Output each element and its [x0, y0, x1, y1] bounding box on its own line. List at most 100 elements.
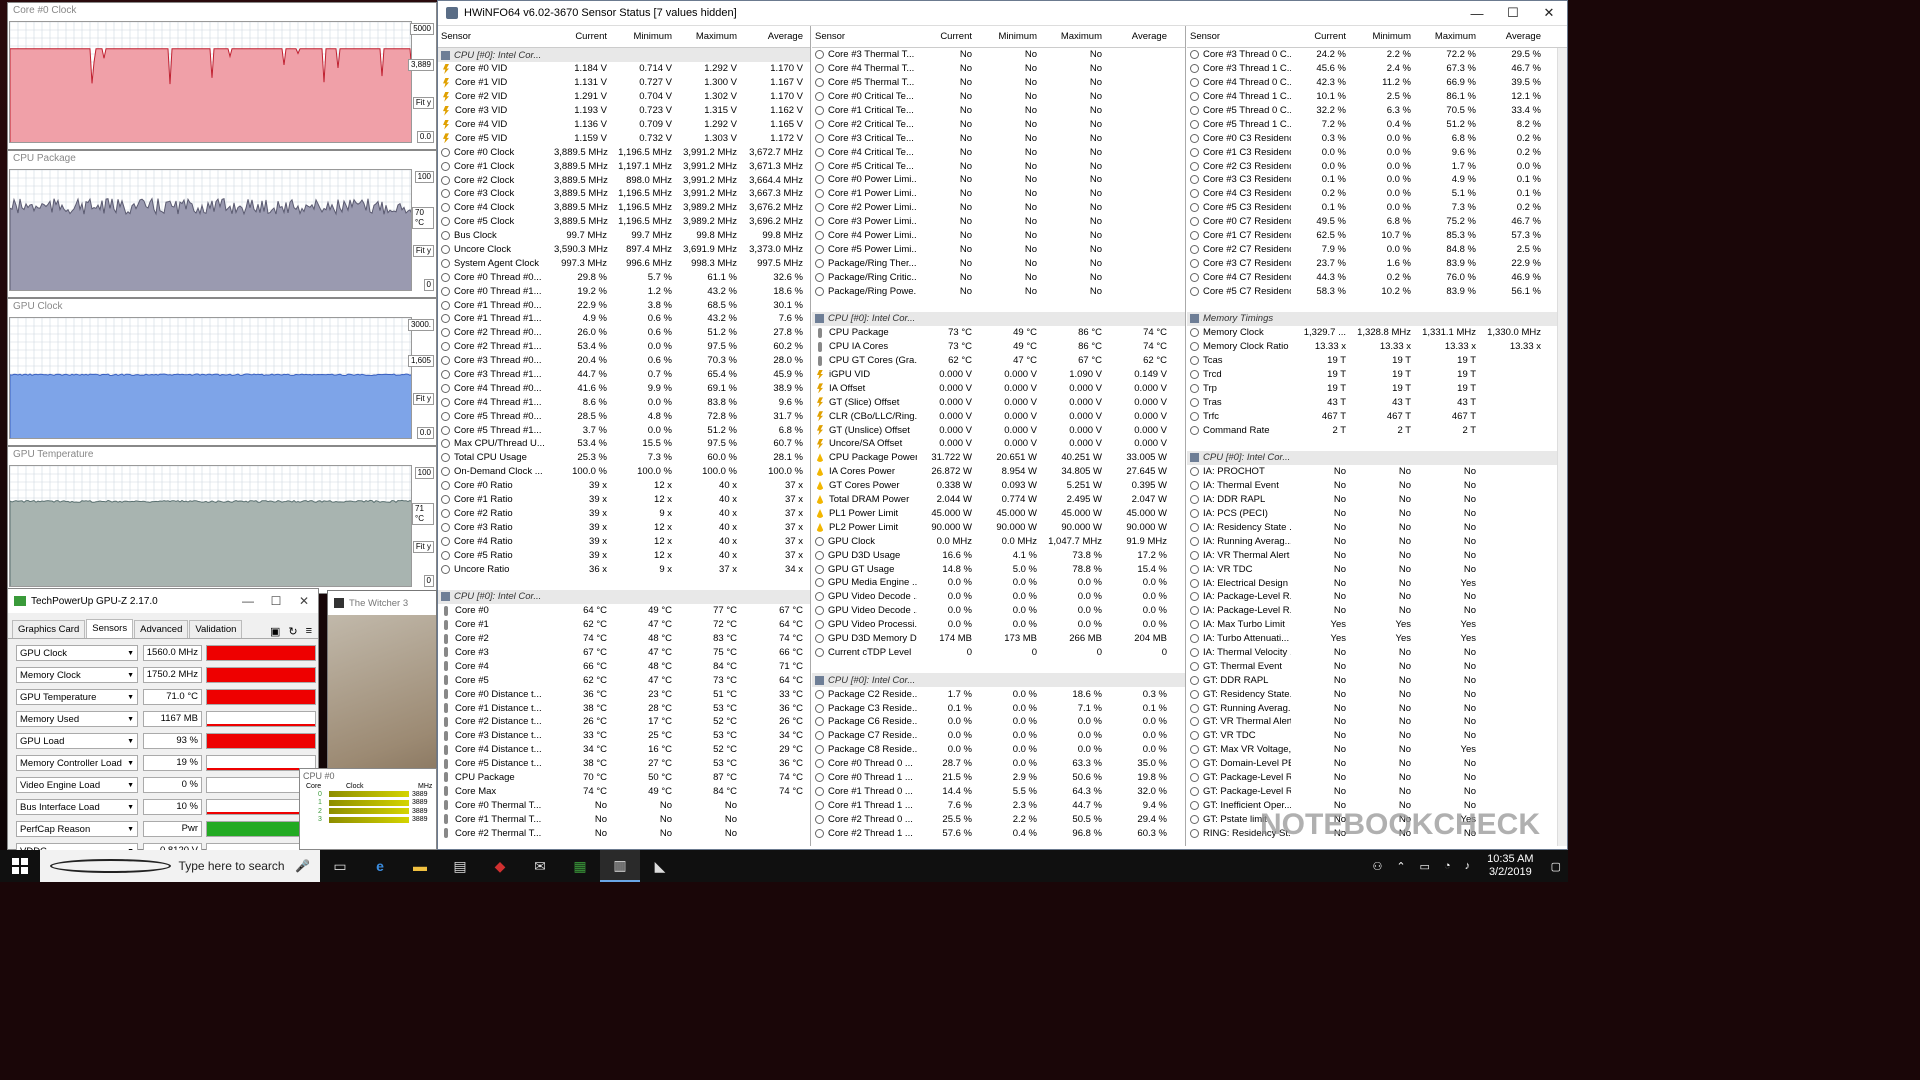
volume-icon[interactable]: ♪: [1465, 860, 1471, 872]
minimize-button[interactable]: —: [1459, 6, 1495, 21]
task-view-icon[interactable]: ▭: [320, 850, 360, 882]
header-minimum[interactable]: Minimum: [610, 31, 675, 42]
sensor-row[interactable]: Core #0 Power Limi... No No No: [812, 173, 1185, 187]
sensor-row[interactable]: Core #0 Thread 0 ... 28.7 % 0.0 % 63.3 % 35.…: [812, 757, 1185, 771]
sensor-group-header[interactable]: Memory Timings: [1187, 311, 1567, 326]
sensor-row[interactable]: Core #2 Thermal T... No No No: [438, 826, 810, 840]
sensor-row[interactable]: Uncore Clock 3,590.3 MHz 897.4 MHz 3,691.9 …: [438, 243, 810, 257]
mail-icon[interactable]: ✉: [520, 850, 560, 882]
header-current[interactable]: Current: [917, 31, 975, 42]
sensor-row[interactable]: Core #2 Thread 1 ... 57.6 % 0.4 % 96.8 % 60.…: [812, 826, 1185, 840]
scrollbar[interactable]: [1557, 48, 1567, 846]
sensor-row[interactable]: GT: Residency State... No No No: [1187, 687, 1567, 701]
header-current[interactable]: Current: [554, 31, 610, 42]
sensor-row[interactable]: Core #0 Critical Te... No No No: [812, 90, 1185, 104]
gpuz-sensor-dropdown[interactable]: PerfCap Reason ▼: [16, 821, 138, 837]
sensor-row[interactable]: GT (Slice) Offset 0.000 V 0.000 V 0.000 V 0.…: [812, 395, 1185, 409]
header-minimum[interactable]: Minimum: [1349, 31, 1414, 42]
tab-sensors[interactable]: Sensors: [86, 619, 134, 638]
sensor-row[interactable]: GT: Thermal Event No No No: [1187, 659, 1567, 673]
clock[interactable]: 10:35 AM 3/2/2019: [1487, 853, 1533, 879]
sensor-row[interactable]: Core #0 C3 Residency 0.3 % 0.0 % 6.8 % 0.2 %: [1187, 131, 1567, 145]
sensor-row[interactable]: Core #4 Thread #1... 8.6 % 0.0 % 83.8 % 9.6 …: [438, 395, 810, 409]
sensor-row[interactable]: Core #5 Thread #0... 28.5 % 4.8 % 72.8 % 31.…: [438, 409, 810, 423]
sensor-row[interactable]: IA: Package-Level R... No No No: [1187, 590, 1567, 604]
sensor-row[interactable]: Core #0 64 °C 49 °C 77 °C 67 °C: [438, 604, 810, 618]
sensor-group-header[interactable]: CPU [#0]: Intel Cor...: [1187, 450, 1567, 465]
sensor-row[interactable]: IA: VR Thermal Alert No No No: [1187, 548, 1567, 562]
sensor-row[interactable]: Core #5 C7 Residency 58.3 % 10.2 % 83.9 % 56…: [1187, 284, 1567, 298]
sensor-row[interactable]: CPU Package 70 °C 50 °C 87 °C 74 °C: [438, 771, 810, 785]
close-button[interactable]: ✕: [1531, 5, 1567, 21]
sensor-row[interactable]: GPU D3D Memory D... 174 MB 173 MB 266 MB 204…: [812, 632, 1185, 646]
sensor-row[interactable]: IA: Turbo Attenuati... Yes Yes Yes: [1187, 632, 1567, 646]
sensor-row[interactable]: GT: Running Averag... No No No: [1187, 701, 1567, 715]
sensor-row[interactable]: Core #0 VID 1.184 V 0.714 V 1.292 V 1.170 V: [438, 62, 810, 76]
sensor-row[interactable]: Core #4 C7 Residency 44.3 % 0.2 % 76.0 % 46.…: [1187, 270, 1567, 284]
notifications-icon[interactable]: ▢: [1551, 860, 1561, 873]
sensor-row[interactable]: GT: Domain-Level PB... No No No: [1187, 757, 1567, 771]
sensor-row[interactable]: Core #4 66 °C 48 °C 84 °C 71 °C: [438, 659, 810, 673]
power-icon[interactable]: ▭: [1420, 860, 1430, 873]
sensor-row[interactable]: Core #3 Thread 1 C... 45.6 % 2.4 % 67.3 % 46…: [1187, 62, 1567, 76]
sensor-row[interactable]: CPU Package Power 31.722 W 20.651 W 40.251 …: [812, 451, 1185, 465]
sensor-row[interactable]: Core #2 Distance t... 26 °C 17 °C 52 °C 26 °…: [438, 715, 810, 729]
tab-advanced[interactable]: Advanced: [134, 620, 189, 638]
sensor-row[interactable]: Core #4 Ratio 39 x 12 x 40 x 37 x: [438, 534, 810, 548]
graph-panel[interactable]: GPU Temperature 100 71 °C Fit y 0: [7, 446, 437, 594]
sensor-row[interactable]: Package C7 Reside... 0.0 % 0.0 % 0.0 % 0.0 %: [812, 729, 1185, 743]
sensor-row[interactable]: Core #5 Ratio 39 x 12 x 40 x 37 x: [438, 548, 810, 562]
sensor-row[interactable]: Core #0 C7 Residency 49.5 % 6.8 % 75.2 % 46.…: [1187, 215, 1567, 229]
gpuz-sensor-dropdown[interactable]: GPU Clock ▼: [16, 645, 138, 661]
sensor-row[interactable]: Core #3 67 °C 47 °C 75 °C 66 °C: [438, 646, 810, 660]
sensor-row[interactable]: Core #4 Power Limi... No No No: [812, 229, 1185, 243]
header-average[interactable]: Average: [1479, 31, 1544, 42]
tab-validation[interactable]: Validation: [189, 620, 243, 638]
gpuz-sensor-dropdown[interactable]: Memory Controller Load ▼: [16, 755, 138, 771]
sensor-row[interactable]: Core #1 Thread #1... 4.9 % 0.6 % 43.2 % 7.6 …: [438, 312, 810, 326]
sensor-row[interactable]: Core #4 Distance t... 34 °C 16 °C 52 °C 29 °…: [438, 743, 810, 757]
sensor-row[interactable]: Core #1 Power Limi... No No No: [812, 187, 1185, 201]
people-icon[interactable]: ⚇: [1372, 860, 1382, 873]
sensor-row[interactable]: Total DRAM Power 2.044 W 0.774 W 2.495 W 2.0…: [812, 493, 1185, 507]
sensor-row[interactable]: On-Demand Clock ... 100.0 % 100.0 % 100.0 %…: [438, 465, 810, 479]
sensor-row[interactable]: Package/Ring Critic... No No No: [812, 270, 1185, 284]
microphone-icon[interactable]: 🎤: [295, 859, 310, 873]
fit-y-button[interactable]: Fit y: [412, 245, 434, 257]
sensor-row[interactable]: Trp 19 T 19 T 19 T: [1187, 381, 1567, 395]
sensor-row[interactable]: Core #0 Thermal T... No No No: [438, 798, 810, 812]
sensor-row[interactable]: IA: Package-Level R... No No No: [1187, 604, 1567, 618]
sensor-row[interactable]: CPU Package 73 °C 49 °C 86 °C 74 °C: [812, 326, 1185, 340]
sensor-row[interactable]: Core #3 Distance t... 33 °C 25 °C 53 °C 34 °…: [438, 729, 810, 743]
gpuz-taskbar-icon[interactable]: ▦: [560, 850, 600, 882]
sensor-row[interactable]: Core #5 62 °C 47 °C 73 °C 64 °C: [438, 673, 810, 687]
sensor-row[interactable]: IA: Thermal Event No No No: [1187, 479, 1567, 493]
sensor-row[interactable]: Core #2 Critical Te... No No No: [812, 117, 1185, 131]
sensor-row[interactable]: Core #2 74 °C 48 °C 83 °C 74 °C: [438, 632, 810, 646]
sensor-row[interactable]: Core #1 C3 Residency 0.0 % 0.0 % 9.6 % 0.2 %: [1187, 145, 1567, 159]
hwinfo-window[interactable]: HWiNFO64 v6.02-3670 Sensor Status [7 val…: [437, 0, 1568, 850]
sensor-row[interactable]: GT: Package-Level R... No No No: [1187, 771, 1567, 785]
sensor-row[interactable]: GT: Package-Level R... No No No: [1187, 784, 1567, 798]
sensor-row[interactable]: Core #4 VID 1.136 V 0.709 V 1.292 V 1.165 V: [438, 118, 810, 132]
gpuz-close-button[interactable]: ✕: [290, 594, 318, 608]
header-maximum[interactable]: Maximum: [1414, 31, 1479, 42]
sensor-row[interactable]: Core #5 Thread 0 C... 32.2 % 6.3 % 70.5 % 33…: [1187, 104, 1567, 118]
sensor-row[interactable]: System Agent Clock 997.3 MHz 996.6 MHz 998.…: [438, 256, 810, 270]
sensor-row[interactable]: Core #5 Thread 1 C... 7.2 % 0.4 % 51.2 % 8.2…: [1187, 117, 1567, 131]
header-maximum[interactable]: Maximum: [675, 31, 740, 42]
sensor-row[interactable]: CPU GT Cores (Gra... 62 °C 47 °C 67 °C 62 °C: [812, 354, 1185, 368]
sensor-row[interactable]: Core #3 Thread #1... 44.7 % 0.7 % 65.4 % 45.…: [438, 368, 810, 382]
sensor-row[interactable]: Core #3 Thermal T... No No No: [812, 48, 1185, 62]
sensor-row[interactable]: IA: PROCHOT No No No: [1187, 465, 1567, 479]
sensor-row[interactable]: IA: VR TDC No No No: [1187, 562, 1567, 576]
sensor-row[interactable]: IA Offset 0.000 V 0.000 V 0.000 V 0.000 V: [812, 381, 1185, 395]
sensor-row[interactable]: IA: PCS (PECI) No No No: [1187, 507, 1567, 521]
sensor-row[interactable]: IA: Thermal Velocity ... No No No: [1187, 646, 1567, 660]
gpuz-sensor-dropdown[interactable]: GPU Load ▼: [16, 733, 138, 749]
sensor-row[interactable]: GT Cores Power 0.338 W 0.093 W 5.251 W 0.395…: [812, 479, 1185, 493]
sensor-column-3[interactable]: Sensor Current Minimum Maximum Average Core #…: [1187, 26, 1567, 846]
sensor-row[interactable]: Core #0 Thread #0... 29.8 % 5.7 % 61.1 % 32.…: [438, 270, 810, 284]
sensor-row[interactable]: GT: Max VR Voltage,... No No Yes: [1187, 743, 1567, 757]
network-icon[interactable]: ◔: [1444, 860, 1451, 872]
